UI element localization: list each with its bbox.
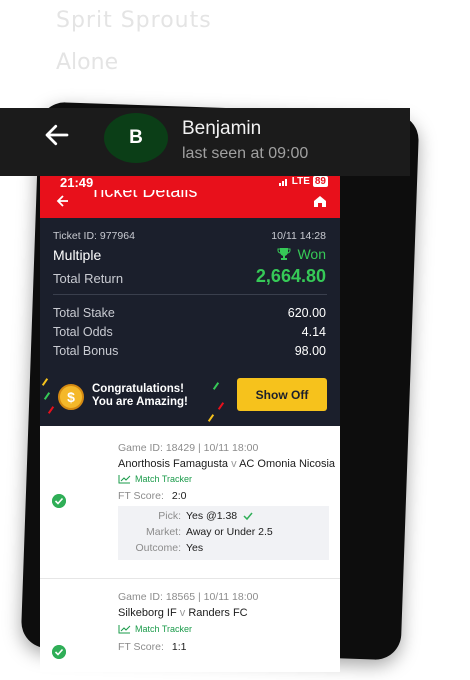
home-team: Anorthosis Famagusta [118,458,229,470]
confetti [47,406,55,414]
ft-score-value: 2:0 [171,490,187,502]
confetti [207,414,215,422]
page-title: Ticket Details [90,190,198,201]
ticket-date: 10/11 14:28 [271,230,326,242]
ticket-screenshot[interactable]: 21:49 LTE 89 Ticket Details Ticket ID: 9… [40,176,340,672]
phone-status-bar: 21:49 LTE 89 [40,176,340,190]
chart-line-icon [118,625,131,634]
total-bonus-label: Total Bonus [53,344,119,358]
match-tracker-label: Match Tracker [135,474,193,484]
outcome-label: Outcome: [135,542,181,554]
market-label: Market: [145,526,181,538]
match-tracker-link[interactable]: Match Tracker [118,624,192,634]
congrats-text: Congratulations! You are Amazing! [92,383,188,409]
ticket-id: Ticket ID: 977964 [53,230,135,242]
bet-type: Multiple [53,247,102,263]
confetti [41,378,49,386]
pick-label: Pick: [158,510,181,522]
market-value: Away or Under 2.5 [186,526,273,538]
avatar[interactable]: B [104,113,168,163]
background-text-line1: Sprit Sprouts [56,8,212,33]
versus: v [231,458,237,470]
status-indicators: LTE 89 [278,176,328,187]
match-teams: Silkeborg IF v Randers FC [118,607,248,619]
status-badge: Won [277,246,326,262]
ft-score: FT Score: 2:0 [118,490,187,502]
total-bonus-value: 98.00 [294,344,326,358]
app-bar: Ticket Details [40,190,340,218]
trophy-icon [277,248,291,260]
network-type: LTE [291,176,310,187]
game-meta: Game ID: 18565 | 10/11 18:00 [118,591,259,603]
promo-banner: $ Congratulations! You are Amazing! Show… [40,372,340,426]
game-meta: Game ID: 18429 | 10/11 18:00 [118,442,259,454]
last-seen-status: last seen at 09:00 [182,145,309,162]
status-text: Won [297,246,326,262]
outcome-value: Yes [186,542,204,554]
won-check-icon [52,494,66,508]
away-team: AC Omonia Nicosia [239,458,336,470]
match-tracker-label: Match Tracker [135,624,193,634]
ft-score-label: FT Score: [118,490,164,502]
won-check-icon [52,645,66,659]
match-tracker-link[interactable]: Match Tracker [118,474,192,484]
checkmark-icon [243,512,253,521]
total-return-label: Total Return [53,271,124,286]
ft-score-value: 1:1 [171,641,187,653]
contact-name[interactable]: Benjamin [182,118,261,140]
battery-level: 89 [312,176,328,187]
pick-odds: Yes @1.38 [186,510,238,522]
home-icon[interactable] [312,193,328,209]
confetti [43,392,51,400]
game-item: Game ID: 18565 | 10/11 18:00 Silkeborg I… [40,579,340,672]
confetti [212,382,220,390]
chart-line-icon [118,475,131,484]
coin-icon: $ [58,384,84,410]
away-team: Randers FC [188,607,248,619]
game-item: Game ID: 18429 | 10/11 18:00 Anorthosis … [40,426,340,578]
home-team: Silkeborg IF [118,607,177,619]
ft-score-label: FT Score: [118,641,164,653]
congrats-line2: You are Amazing! [92,396,188,408]
versus: v [179,607,186,619]
match-teams: Anorthosis Famagusta v AC Omonia Nicosia [118,458,335,470]
ft-score: FT Score: 1:1 [118,641,187,653]
congrats-line1: Congratulations! [92,383,184,395]
pick-details: Pick: Yes @1.38 Market: Away or Under 2.… [118,506,329,560]
app-back-icon[interactable] [56,194,70,208]
total-odds-value: 4.14 [301,325,326,339]
confetti [217,402,225,410]
arrow-left-icon[interactable] [42,120,72,150]
total-odds-label: Total Odds [53,325,113,339]
status-time: 21:49 [60,176,94,190]
background-text-line2: Alone [56,50,119,75]
show-off-button[interactable]: Show Off [237,378,327,411]
signal-icon [278,179,287,186]
total-return-value: 2,664.80 [255,266,326,286]
total-stake-label: Total Stake [53,306,115,320]
total-stake-value: 620.00 [287,306,326,320]
divider [53,294,327,295]
pick-value: Yes @1.38 [186,510,253,522]
